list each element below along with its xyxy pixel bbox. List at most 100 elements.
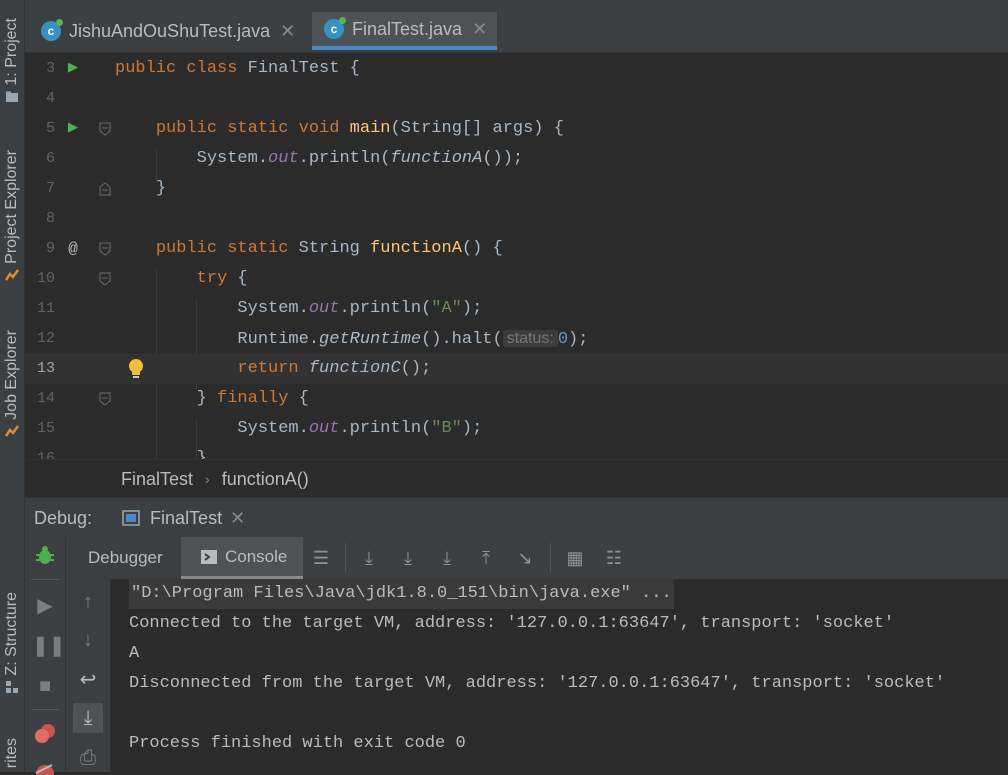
fold-icon[interactable] — [99, 272, 111, 286]
mute-breakpoints-icon[interactable] — [34, 763, 56, 775]
resume-icon[interactable]: ▶ — [32, 593, 58, 619]
left-tool-strip: 1: Project Project Explorer Job Explorer… — [0, 0, 25, 772]
tab-debugger[interactable]: Debugger — [82, 537, 169, 579]
console-line: "D:\Program Files\Java\jdk1.8.0_151\bin\… — [129, 579, 674, 609]
trace-icon[interactable]: ☷ — [603, 547, 625, 569]
breadcrumb-class[interactable]: FinalTest — [121, 469, 193, 490]
method-name: functionA — [370, 239, 462, 258]
job-explorer-tool-tab[interactable]: Job Explorer — [0, 330, 24, 438]
string-literal: "B" — [431, 419, 462, 438]
down-arrow-icon[interactable]: ↓ — [75, 627, 101, 653]
keyword: static — [227, 239, 289, 258]
identifier: ().halt( — [421, 330, 503, 349]
job-icon — [5, 425, 19, 437]
step-out-icon[interactable]: ⤒ — [475, 547, 497, 569]
run-icon[interactable]: ▶ — [65, 114, 81, 144]
breadcrumb-method[interactable]: functionA() — [222, 469, 309, 490]
console-output[interactable]: "D:\Program Files\Java\jdk1.8.0_151\bin\… — [111, 579, 1008, 772]
keyword: static — [227, 119, 289, 138]
line-number: 15 — [36, 420, 55, 437]
console-line: A — [129, 644, 140, 663]
identifier: (); — [400, 359, 432, 378]
tab-console[interactable]: Console — [181, 537, 303, 579]
show-execution-point-icon[interactable]: ⤓ — [358, 547, 380, 569]
code-line: 8 — [25, 204, 1008, 234]
method-call: getRuntime — [319, 330, 422, 349]
project-tool-label: 1: Project — [3, 18, 20, 86]
tab-label: JishuAndOuShuTest.java — [69, 20, 271, 41]
line-number: 16 — [36, 450, 55, 459]
method-name: main — [349, 119, 391, 138]
console-line: Connected to the target VM, address: '12… — [129, 614, 895, 633]
run-icon[interactable]: ▶ — [65, 54, 81, 84]
code-line: 10 try { — [25, 264, 1008, 294]
folder-icon — [6, 91, 18, 102]
step-into-icon[interactable]: ⤓ — [436, 547, 458, 569]
identifier: ); — [568, 330, 589, 349]
fold-icon[interactable] — [99, 392, 111, 406]
breakpoints-icon[interactable] — [34, 723, 58, 745]
divider — [550, 543, 551, 573]
tab-jishuandoushutest[interactable]: c JishuAndOuShuTest.java ✕ — [29, 12, 305, 50]
code-line: 3 ▶ public class FinalTest { — [25, 54, 1008, 84]
code-line: 4 — [25, 84, 1008, 114]
identifier: } — [196, 389, 218, 408]
identifier: .println( — [339, 299, 432, 318]
field: out — [308, 419, 340, 438]
method-call: functionA — [390, 149, 483, 168]
debug-session-label: FinalTest — [150, 507, 223, 528]
identifier: Runtime. — [237, 330, 320, 349]
editor-tab-bar: c JishuAndOuShuTest.java ✕ c FinalTest.j… — [25, 0, 1008, 53]
keyword: return — [237, 359, 299, 378]
pause-icon[interactable]: ❚❚ — [32, 633, 66, 659]
field: out — [308, 299, 340, 318]
line-number: 10 — [36, 270, 55, 287]
java-class-icon: c — [41, 19, 63, 41]
console-window-icon — [122, 510, 140, 526]
project-tool-tab[interactable]: 1: Project — [0, 18, 24, 104]
code-line-current: 13 return functionC(); — [25, 354, 1008, 384]
tab-finaltest[interactable]: c FinalTest.java ✕ — [312, 12, 498, 50]
line-number: 13 — [36, 360, 55, 377]
identifier: System. — [237, 299, 309, 318]
override-icon[interactable]: @ — [65, 234, 81, 264]
keyword: public — [115, 59, 177, 78]
fold-icon[interactable] — [99, 122, 111, 136]
stop-icon[interactable]: ■ — [32, 673, 58, 699]
bug-icon[interactable] — [34, 545, 56, 567]
number-literal: 0 — [557, 330, 569, 349]
structure-tool-tab[interactable]: Z: Structure — [0, 592, 24, 694]
close-icon[interactable]: ✕ — [230, 508, 245, 529]
step-over-icon[interactable]: ⤓ — [397, 547, 419, 569]
debug-label: Debug: — [34, 507, 93, 528]
code-line: 16 } — [25, 444, 1008, 459]
close-icon[interactable]: ✕ — [280, 21, 295, 42]
structure-label: Z: Structure — [3, 592, 20, 676]
project-explorer-tool-tab[interactable]: Project Explorer — [0, 150, 24, 282]
line-number: 12 — [36, 330, 55, 347]
run-to-cursor-icon[interactable]: ↘ — [514, 547, 536, 569]
menu-icon[interactable]: ☰ — [310, 547, 332, 569]
code-line: 6 System.out.println(functionA()); — [25, 144, 1008, 174]
up-arrow-icon[interactable]: ↑ — [75, 589, 101, 615]
soft-wrap-icon[interactable]: ↩ — [75, 667, 101, 693]
identifier: { — [227, 269, 248, 288]
chevron-right-icon: › — [205, 471, 210, 487]
keyword: class — [186, 59, 238, 78]
scroll-end-icon[interactable]: ⤓ — [73, 703, 103, 733]
code-editor[interactable]: 3 ▶ public class FinalTest { 4 5 ▶ publi… — [25, 53, 1008, 459]
code-line: 15 System.out.println("B"); — [25, 414, 1008, 444]
code-line: 12 Runtime.getRuntime().halt(status: 0); — [25, 324, 1008, 354]
fold-icon[interactable] — [99, 242, 111, 256]
identifier: ); — [461, 419, 483, 438]
fold-icon[interactable] — [99, 182, 111, 196]
java-class-icon: c — [324, 17, 346, 39]
line-number: 11 — [36, 300, 55, 317]
console-actions-column: ↑ ↓ ↩ ⤓ ⎙ — [66, 579, 111, 772]
identifier: ()); — [482, 149, 524, 168]
favorites-tool-tab[interactable]: rites — [0, 738, 24, 768]
evaluate-icon[interactable]: ▦ — [564, 547, 586, 569]
print-icon[interactable]: ⎙ — [75, 745, 101, 771]
debug-session-tab[interactable]: FinalTest ✕ — [116, 498, 251, 538]
close-icon[interactable]: ✕ — [472, 19, 487, 40]
